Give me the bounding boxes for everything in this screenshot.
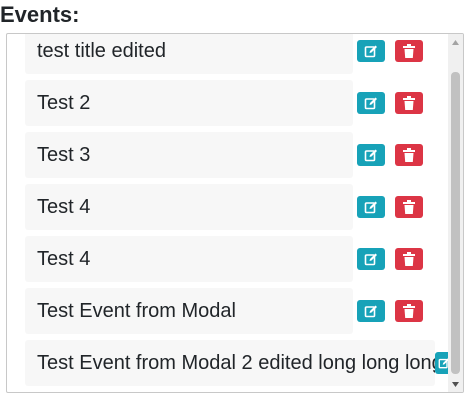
scroll-down-arrow[interactable] [448, 376, 463, 392]
edit-icon [364, 149, 377, 162]
scroll-up-arrow[interactable] [448, 34, 463, 50]
edit-icon [364, 253, 377, 266]
edit-button[interactable] [357, 248, 385, 270]
trash-icon [403, 96, 415, 110]
event-item: Test 2 [25, 80, 453, 126]
trash-icon [403, 252, 415, 266]
events-list: test title edited Test 2 Test 3 Test 4 T… [25, 34, 453, 392]
chevron-down-icon [452, 381, 459, 387]
edit-icon [364, 45, 377, 58]
event-item: test title edited [25, 34, 453, 74]
event-item: Test 4 [25, 184, 453, 230]
event-item: Test Event from Modal 2 edited long long… [25, 340, 453, 386]
edit-button[interactable] [357, 144, 385, 166]
scrollbar-thumb[interactable] [451, 72, 460, 374]
edit-button[interactable] [357, 300, 385, 322]
event-title: Test 4 [37, 248, 91, 270]
vertical-scrollbar[interactable] [448, 34, 463, 392]
event-title: Test 3 [37, 144, 91, 166]
chevron-up-icon [452, 39, 459, 45]
event-title: test title edited [37, 40, 166, 62]
event-item: Test 3 [25, 132, 453, 178]
delete-button[interactable] [395, 248, 423, 270]
delete-button[interactable] [395, 144, 423, 166]
trash-icon [403, 304, 415, 318]
delete-button[interactable] [395, 92, 423, 114]
edit-icon [364, 97, 377, 110]
event-title: Test Event from Modal [37, 300, 236, 322]
edit-button[interactable] [357, 196, 385, 218]
delete-button[interactable] [395, 40, 423, 62]
events-heading: Events: [0, 2, 80, 27]
event-item: Test Event from Modal [25, 288, 453, 334]
edit-icon [364, 201, 377, 214]
delete-button[interactable] [395, 300, 423, 322]
event-title: Test 4 [37, 196, 91, 218]
trash-icon [403, 200, 415, 214]
delete-button[interactable] [395, 196, 423, 218]
trash-icon [403, 148, 415, 162]
event-title: Test 2 [37, 92, 91, 114]
trash-icon [403, 44, 415, 58]
event-title: Test Event from Modal 2 edited long long… [37, 352, 435, 374]
edit-button[interactable] [357, 92, 385, 114]
events-list-panel[interactable]: test title edited Test 2 Test 3 Test 4 T… [6, 33, 464, 393]
event-item: Test 4 [25, 236, 453, 282]
edit-button[interactable] [357, 40, 385, 62]
edit-icon [364, 305, 377, 318]
